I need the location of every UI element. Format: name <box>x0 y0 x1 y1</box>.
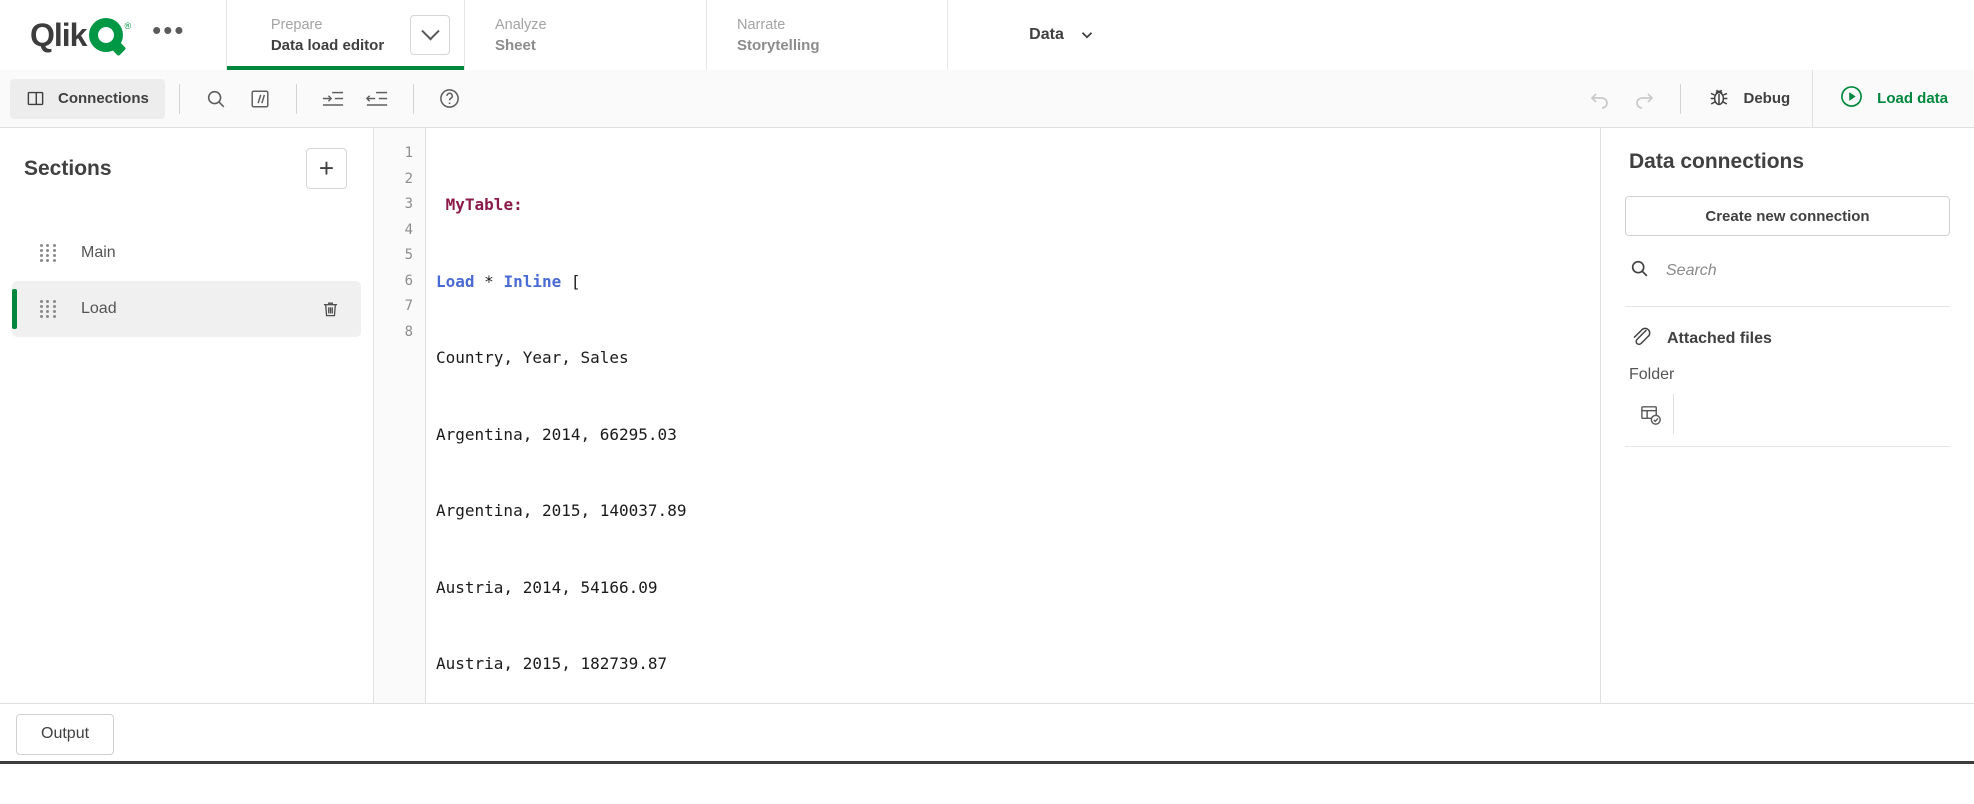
data-connections-title: Data connections <box>1625 128 1950 174</box>
section-label: Main <box>81 244 116 262</box>
logo-zone: Qlik ® ••• <box>0 0 226 70</box>
code-line-4: Argentina, 2014, 66295.03 <box>436 422 1600 448</box>
drag-handle-icon[interactable] <box>40 244 57 263</box>
debug-button[interactable]: Debug <box>1695 70 1812 128</box>
chevron-down-icon <box>1078 26 1096 44</box>
attached-files-header[interactable]: Attached files <box>1625 307 1950 352</box>
line-number: 8 <box>374 320 413 346</box>
toolbar-divider <box>179 84 180 114</box>
connections-button[interactable]: Connections <box>10 79 165 119</box>
table-check-icon[interactable] <box>1627 394 1673 434</box>
line-number: 5 <box>374 243 413 269</box>
create-new-connection-button[interactable]: Create new connection <box>1625 196 1950 236</box>
attached-files-label: Attached files <box>1667 330 1772 348</box>
folder-row-divider <box>1673 394 1674 434</box>
tab-narrate-storytelling[interactable]: Narrate Storytelling <box>706 0 947 70</box>
outdent-icon[interactable] <box>355 79 399 119</box>
line-number: 7 <box>374 294 413 320</box>
overflow-menu-icon[interactable]: ••• <box>152 23 185 47</box>
line-number: 3 <box>374 192 413 218</box>
section-list: Main Load <box>0 225 373 337</box>
code-token-colon: : <box>513 195 523 214</box>
help-icon[interactable] <box>428 79 472 119</box>
panel-divider <box>1625 446 1950 447</box>
bottom-bar: Output <box>0 703 1974 764</box>
qlik-wordmark: Qlik <box>30 17 86 54</box>
tab-narrate-kicker: Narrate <box>737 15 947 35</box>
output-button[interactable]: Output <box>16 714 114 755</box>
load-data-button-label: Load data <box>1877 90 1948 107</box>
connections-search-row[interactable] <box>1625 252 1950 290</box>
indent-icon[interactable] <box>311 79 355 119</box>
tab-analyze-title: Sheet <box>495 35 706 56</box>
folder-label: Folder <box>1625 352 1950 384</box>
data-menu-label: Data <box>1029 26 1064 44</box>
toolbar-left-group: Connections <box>0 79 472 119</box>
connections-search-input[interactable] <box>1664 261 1904 281</box>
undo-icon[interactable] <box>1578 79 1622 119</box>
sections-header: Sections + <box>0 128 373 189</box>
paperclip-icon <box>1629 325 1651 352</box>
top-navigation-bar: Qlik ® ••• Prepare Data load editor Anal… <box>0 0 1974 70</box>
connections-button-label: Connections <box>58 90 149 107</box>
chevron-down-icon <box>421 22 439 40</box>
editor-toolbar: Connections <box>0 70 1974 128</box>
script-editor[interactable]: 1 2 3 4 5 6 7 8 MyTable: Load * Inline [… <box>374 128 1600 703</box>
drag-handle-icon[interactable] <box>40 300 57 319</box>
debug-button-label: Debug <box>1743 90 1790 107</box>
qlik-q-icon <box>89 18 123 52</box>
line-number: 4 <box>374 218 413 244</box>
sidebar-item-load[interactable]: Load <box>12 281 361 337</box>
data-connections-panel: Data connections Create new connection A… <box>1600 128 1974 703</box>
toolbar-divider <box>296 84 297 114</box>
bug-icon <box>1707 85 1731 113</box>
folder-actions-row <box>1625 394 1950 434</box>
editor-line-number-gutter: 1 2 3 4 5 6 7 8 <box>374 128 426 703</box>
panel-icon <box>26 89 45 108</box>
search-icon[interactable] <box>194 79 238 119</box>
tab-analyze-sheet[interactable]: Analyze Sheet <box>464 0 706 70</box>
code-line-3: Country, Year, Sales <box>436 345 1600 371</box>
play-circle-icon <box>1839 84 1864 113</box>
toolbar-right-group: Debug Load data <box>1578 70 1974 128</box>
main-content-area: Sections + Main Load <box>0 128 1974 703</box>
qlik-logo[interactable]: Qlik ® <box>30 17 130 54</box>
load-data-button[interactable]: Load data <box>1812 70 1974 128</box>
editor-code-content[interactable]: MyTable: Load * Inline [ Country, Year, … <box>426 128 1600 703</box>
line-number: 1 <box>374 141 413 167</box>
line-number: 6 <box>374 269 413 295</box>
registered-mark: ® <box>124 21 130 31</box>
sidebar-item-main[interactable]: Main <box>12 225 361 281</box>
toolbar-divider <box>1680 84 1681 114</box>
code-token-load: Load <box>436 272 475 291</box>
tab-prepare-title: Data load editor <box>271 35 384 56</box>
line-number: 2 <box>374 167 413 193</box>
tab-prepare-kicker: Prepare <box>271 15 384 35</box>
code-line-6: Austria, 2014, 54166.09 <box>436 575 1600 601</box>
code-token-bracket: [ <box>561 272 580 291</box>
code-token-inline: Inline <box>503 272 561 291</box>
tab-narrate-title: Storytelling <box>737 35 947 56</box>
tab-analyze-kicker: Analyze <box>495 15 706 35</box>
section-label: Load <box>81 300 117 318</box>
sections-sidebar: Sections + Main Load <box>0 128 374 703</box>
tab-prepare-data-load-editor[interactable]: Prepare Data load editor <box>226 0 464 70</box>
redo-icon[interactable] <box>1622 79 1666 119</box>
delete-section-icon[interactable] <box>320 299 341 320</box>
code-line-5: Argentina, 2015, 140037.89 <box>436 498 1600 524</box>
code-line-2: Load * Inline [ <box>436 269 1600 295</box>
code-token-table-name: MyTable <box>446 195 513 214</box>
code-line-7: Austria, 2015, 182739.87 <box>436 651 1600 677</box>
toolbar-divider <box>413 84 414 114</box>
code-token-star: * <box>475 272 504 291</box>
code-line-1: MyTable: <box>436 192 1600 218</box>
data-menu[interactable]: Data <box>947 0 1147 70</box>
comment-icon[interactable] <box>238 79 282 119</box>
search-icon <box>1629 258 1650 284</box>
prepare-dropdown-button[interactable] <box>410 15 450 55</box>
add-section-button[interactable]: + <box>306 148 347 189</box>
sections-title: Sections <box>24 157 112 181</box>
